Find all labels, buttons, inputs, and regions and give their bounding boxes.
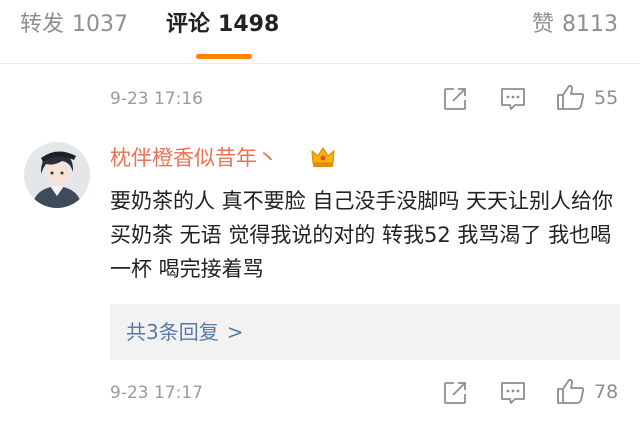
active-tab-indicator xyxy=(196,54,252,59)
tab-comments[interactable]: 评论 1498 xyxy=(166,10,279,40)
tab-comments-count: 1498 xyxy=(218,12,280,37)
share-icon[interactable] xyxy=(442,86,468,112)
comment-time: 9-23 17:17 xyxy=(110,383,203,403)
comment-icon[interactable] xyxy=(499,380,527,406)
tab-repost-label: 转发 xyxy=(20,12,65,37)
chevron-right-icon: > xyxy=(226,320,244,344)
avatar[interactable] xyxy=(24,142,90,208)
tab-likes-label: 赞 xyxy=(531,12,554,37)
comment-text: 要奶茶的人 真不要脸 自己没手没脚吗 天天让别人给你买奶茶 无语 觉得我说的对的… xyxy=(110,189,614,281)
comment-username[interactable]: 枕伴橙香似昔年丶 xyxy=(110,144,278,172)
replies-button[interactable]: 共3条回复 > xyxy=(110,304,620,360)
tab-likes[interactable]: 赞 8113 xyxy=(532,10,618,40)
like-icon[interactable] xyxy=(556,83,586,111)
tab-repost[interactable]: 转发 1037 xyxy=(20,10,128,40)
tab-repost-count: 1037 xyxy=(72,12,129,37)
crown-vip-icon[interactable] xyxy=(310,145,336,169)
tab-divider xyxy=(0,63,640,64)
comment-icon[interactable] xyxy=(499,86,527,112)
like-count: 55 xyxy=(594,87,619,109)
comment-time: 9-23 17:16 xyxy=(110,89,203,109)
tab-likes-count: 8113 xyxy=(562,12,618,37)
like-count: 78 xyxy=(594,381,619,403)
like-icon[interactable] xyxy=(556,377,586,405)
share-icon[interactable] xyxy=(442,380,468,406)
tab-bar: 转发 1037 评论 1498 赞 8113 xyxy=(0,0,640,60)
tab-comments-label: 评论 xyxy=(166,12,211,37)
replies-label: 共3条回复 xyxy=(126,320,219,344)
